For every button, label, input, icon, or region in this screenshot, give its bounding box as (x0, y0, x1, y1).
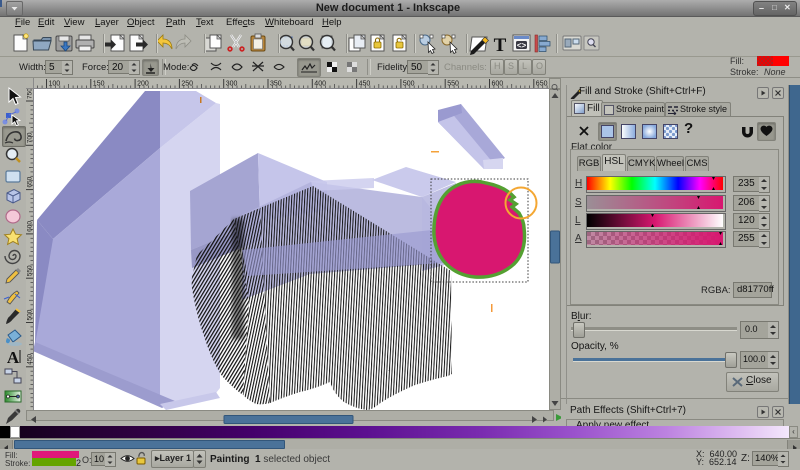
svg-text:150: 150 (93, 81, 105, 88)
svg-text:<>: <> (517, 41, 527, 50)
svg-text:500: 500 (403, 81, 415, 88)
svg-text:450: 450 (359, 81, 371, 88)
svg-text:200: 200 (137, 81, 149, 88)
svg-text:600: 600 (492, 81, 504, 88)
svg-text:450: 450 (27, 354, 34, 365)
svg-text:100: 100 (49, 81, 61, 88)
svg-text:600: 600 (27, 221, 34, 232)
svg-text:T: T (494, 35, 507, 56)
svg-text:650: 650 (536, 81, 548, 88)
svg-text:400: 400 (314, 81, 326, 88)
svg-text:750: 750 (27, 89, 34, 99)
svg-text:300: 300 (226, 81, 238, 88)
svg-text:A: A (7, 348, 20, 366)
svg-text:350: 350 (270, 81, 282, 88)
svg-text:250: 250 (181, 81, 193, 88)
svg-text:550: 550 (27, 265, 34, 276)
svg-text:700: 700 (27, 132, 34, 143)
svg-text:650: 650 (27, 176, 34, 187)
svg-text:550: 550 (447, 81, 459, 88)
svg-text:500: 500 (27, 309, 34, 320)
